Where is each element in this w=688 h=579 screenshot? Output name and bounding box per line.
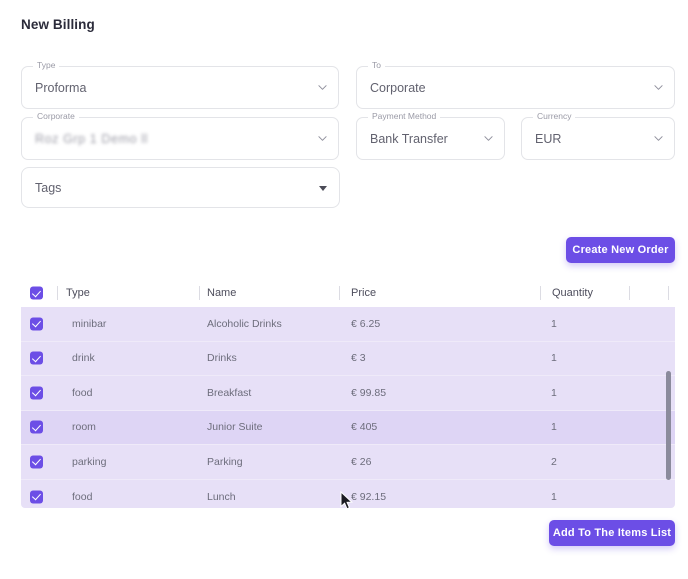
corporate-value: Roz Grp 1 Demo ll [35,131,149,146]
currency-select[interactable]: Currency EUR [521,111,675,160]
row-price: € 6.25 [351,317,381,330]
to-select[interactable]: To Corporate [356,60,675,109]
chevron-down-icon [318,134,327,143]
table-scrollbar-thumb[interactable] [666,371,671,480]
tags-select[interactable]: Tags [21,167,340,208]
row-price: € 92.15 [351,490,387,503]
payment-method-value: Bank Transfer [370,131,448,146]
chevron-down-icon [654,134,663,143]
caret-down-icon [319,185,327,191]
table-row[interactable]: parking Parking € 26 2 [21,445,675,480]
header-divider [57,286,58,300]
row-type: drink [72,352,95,365]
row-price: € 99.85 [351,386,387,399]
table-body: minibar Alcoholic Drinks € 6.25 1 drink Drink… [21,307,675,508]
corporate-select[interactable]: Corporate Roz Grp 1 Demo ll [21,111,339,160]
header-divider [540,286,541,300]
payment-method-label: Payment Method [368,111,441,122]
items-table: Type Name Price Quantity minibar Alcoholi… [21,279,675,508]
row-quantity: 2 [551,455,557,468]
to-label: To [368,60,385,71]
row-type: parking [72,455,107,468]
row-price: € 405 [351,421,378,434]
create-new-order-button[interactable]: Create New Order [566,237,675,263]
currency-value: EUR [535,131,562,146]
column-header-type[interactable]: Type [66,287,90,299]
row-name: Parking [207,455,243,468]
row-name: Junior Suite [207,421,263,434]
row-quantity: 1 [551,490,557,503]
row-checkbox[interactable] [30,490,43,504]
type-label: Type [33,60,60,71]
row-price: € 26 [351,455,372,468]
column-header-name[interactable]: Name [207,287,236,299]
page-title: New Billing [21,17,95,32]
table-row[interactable]: room Junior Suite € 405 1 [21,410,675,445]
header-divider [339,286,340,300]
row-type: minibar [72,317,107,330]
type-select[interactable]: Type Proforma [21,60,339,109]
row-type: food [72,386,93,399]
column-header-quantity[interactable]: Quantity [552,287,593,299]
header-divider [199,286,200,300]
table-header-row: Type Name Price Quantity [21,279,675,307]
header-divider [629,286,630,300]
select-all-checkbox[interactable] [30,286,43,300]
mouse-cursor [340,490,354,516]
row-checkbox[interactable] [30,386,43,400]
table-scrollbar[interactable] [666,279,673,480]
row-quantity: 1 [551,317,557,330]
column-header-price[interactable]: Price [351,287,376,299]
table-row[interactable]: minibar Alcoholic Drinks € 6.25 1 [21,307,675,342]
row-quantity: 1 [551,421,557,434]
row-type: food [72,490,93,503]
row-name: Drinks [207,352,237,365]
row-quantity: 1 [551,386,557,399]
row-quantity: 1 [551,352,557,365]
table-row[interactable]: drink Drinks € 3 1 [21,341,675,376]
corporate-label: Corporate [33,111,79,122]
row-name: Alcoholic Drinks [207,317,282,330]
add-to-items-list-button[interactable]: Add To The Items List [549,520,675,546]
to-value: Corporate [370,80,426,95]
row-price: € 3 [351,352,366,365]
payment-method-select[interactable]: Payment Method Bank Transfer [356,111,505,160]
row-name: Breakfast [207,386,252,399]
tags-placeholder: Tags [35,180,62,195]
row-checkbox[interactable] [30,455,43,469]
currency-label: Currency [533,111,576,122]
row-checkbox[interactable] [30,420,43,434]
row-name: Lunch [207,490,236,503]
chevron-down-icon [484,134,493,143]
row-type: room [72,421,96,434]
chevron-down-icon [318,83,327,92]
row-checkbox[interactable] [30,351,43,365]
type-value: Proforma [35,80,87,95]
row-checkbox[interactable] [30,317,43,331]
table-row[interactable]: food Breakfast € 99.85 1 [21,376,675,411]
chevron-down-icon [654,83,663,92]
